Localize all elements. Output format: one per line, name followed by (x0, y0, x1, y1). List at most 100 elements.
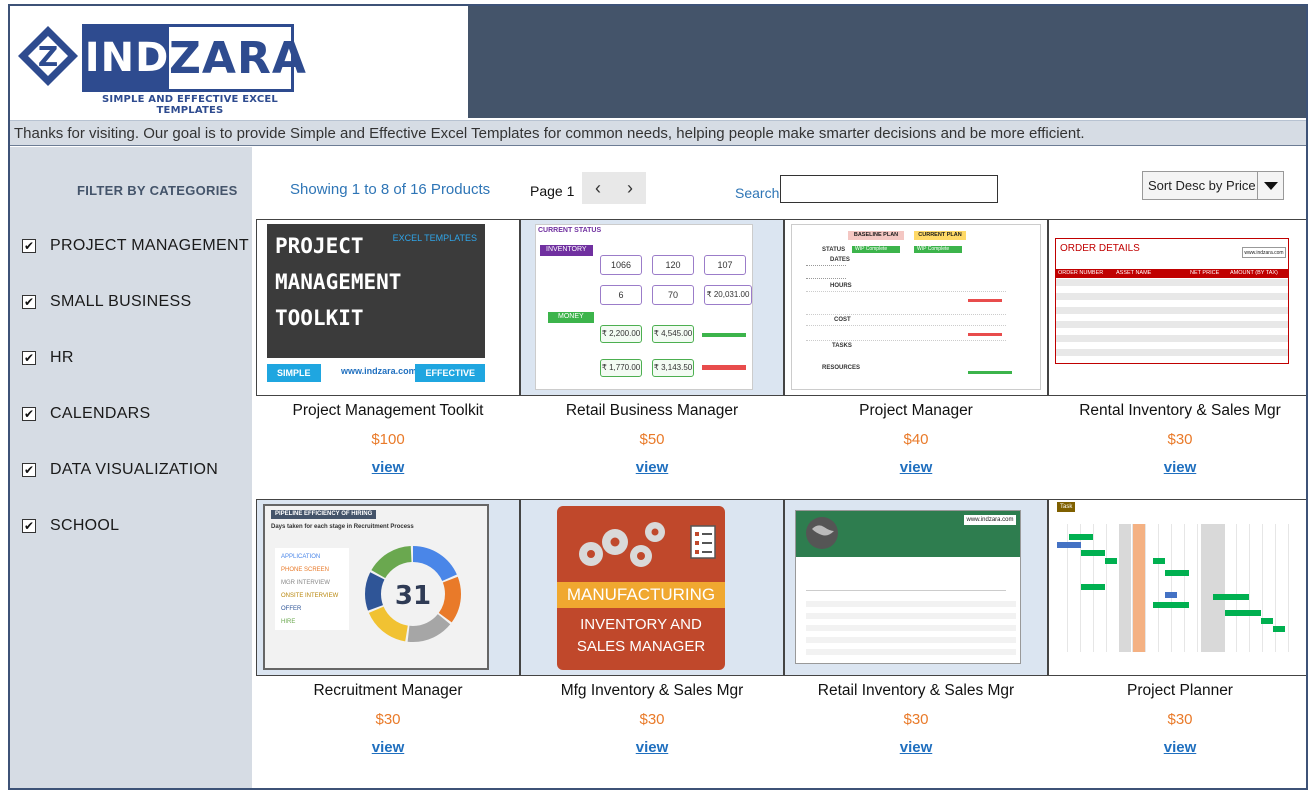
thumb-text: PIPELINE EFFICIENCY OF HIRING (271, 510, 377, 519)
donut-chart: 31 (365, 546, 461, 642)
gantt-bar (1261, 618, 1273, 624)
checkbox-calendars[interactable]: ✔ (22, 407, 36, 421)
thumb-rows (806, 265, 846, 279)
view-link[interactable]: view (256, 739, 520, 756)
thumb-text: DATES (830, 257, 850, 263)
product-card: Task Project Planner $30 view (1048, 499, 1306, 769)
thumb-text: ASSET NAME (1116, 270, 1152, 276)
view-link[interactable]: view (520, 739, 784, 756)
gantt-bar (1081, 584, 1105, 590)
product-price: $30 (1167, 711, 1193, 728)
search-input[interactable] (780, 175, 998, 203)
thumb-text: BASELINE PLAN (848, 231, 904, 240)
product-name: Retail Inventory & Sales Mgr (817, 682, 1015, 699)
thumb-text: ₹ 1,770.00 (600, 359, 642, 377)
thumb-text: ORDER NUMBER (1058, 270, 1104, 276)
thumb-text: www.indzara.com (341, 366, 417, 376)
category-label: HR (50, 349, 74, 366)
logo-ind: IND (85, 27, 169, 89)
category-school[interactable]: ✔ SCHOOL (22, 515, 119, 537)
gantt-bar (1165, 592, 1177, 598)
thumb-text: OFFER (281, 606, 302, 612)
thumb-text: AMOUNT (BY TAX) (1230, 270, 1278, 276)
product-thumbnail[interactable]: ORDER DETAILS www.indzara.com ORDER NUMB… (1048, 219, 1306, 396)
product-price: $100 (371, 431, 405, 448)
thumb-header-row: ORDER NUMBER ASSET NAME NET PRICE AMOUNT… (1056, 269, 1288, 278)
product-card: www.indzara.com Retail Inventory & Sales… (784, 499, 1048, 769)
product-price: $50 (639, 431, 665, 448)
sort-selected: Sort Desc by Price (1148, 178, 1256, 193)
category-project-management[interactable]: ✔ PROJECT MANAGEMENT (22, 235, 249, 257)
thumb-recruitment: PIPELINE EFFICIENCY OF HIRING Days taken… (263, 504, 489, 670)
header: Z IND ZARA SIMPLE AND EFFECTIVE EXCEL TE… (10, 6, 1306, 118)
thumb-text: MGR INTERVIEW (281, 580, 330, 586)
app-frame: Z IND ZARA SIMPLE AND EFFECTIVE EXCEL TE… (8, 4, 1308, 790)
sort-dropdown[interactable]: Sort Desc by Price (1142, 171, 1284, 200)
product-name: Project Planner (1127, 682, 1233, 699)
view-link[interactable]: view (256, 459, 520, 476)
product-thumbnail[interactable]: BASELINE PLAN CURRENT PLAN STATUS WIP Co… (784, 219, 1048, 396)
product-name: Rental Inventory & Sales Mgr (1079, 402, 1281, 419)
checkbox-school[interactable]: ✔ (22, 519, 36, 533)
category-data-visualization[interactable]: ✔ DATA VISUALIZATION (22, 459, 218, 481)
donut-center-value: 31 (395, 581, 431, 611)
product-name: Project Management Toolkit (292, 402, 484, 419)
gantt-bar (1165, 570, 1189, 576)
logo[interactable]: Z IND ZARA SIMPLE AND EFFECTIVE EXCEL TE… (10, 6, 468, 118)
gantt-bar (1273, 626, 1285, 632)
thumb-rows (806, 291, 1006, 315)
product-thumbnail[interactable]: Task (1048, 499, 1306, 676)
thumb-rental: ORDER DETAILS www.indzara.com ORDER NUMB… (1055, 238, 1289, 364)
logo-mark-icon: Z (18, 26, 78, 86)
product-thumbnail[interactable]: CURRENT STATUS INVENTORY 1066 120 107 6 … (520, 219, 784, 396)
chevron-down-icon[interactable] (1257, 172, 1283, 199)
thumb-today-column (1133, 524, 1145, 652)
thumb-text: Days taken for each stage in Recruitment… (271, 524, 414, 530)
thumb-rows (806, 601, 1016, 661)
product-thumbnail[interactable]: PIPELINE EFFICIENCY OF HIRING Days taken… (256, 499, 520, 676)
thumb-weekend-column (1201, 524, 1225, 652)
thumb-footer: SIMPLE www.indzara.com EFFECTIVE (267, 358, 485, 388)
thumb-text: TOOLKIT (275, 306, 364, 330)
checkbox-small-business[interactable]: ✔ (22, 295, 36, 309)
checkbox-data-visualization[interactable]: ✔ (22, 463, 36, 477)
thumb-text: SIMPLE (267, 364, 321, 382)
product-thumbnail[interactable]: www.indzara.com (784, 499, 1048, 676)
view-link[interactable]: view (784, 459, 1048, 476)
prev-page-button[interactable]: ‹ (582, 172, 614, 204)
checkbox-project-management[interactable]: ✔ (22, 239, 36, 253)
category-label: SMALL BUSINESS (50, 293, 192, 310)
thumb-text: SALES MANAGER (576, 638, 706, 655)
product-thumbnail[interactable]: MANUFACTURING INVENTORY AND SALES MANAGE… (520, 499, 784, 676)
thumb-project-manager: BASELINE PLAN CURRENT PLAN STATUS WIP Co… (791, 224, 1041, 390)
thumb-text: WIP Complete (852, 246, 900, 253)
view-link[interactable]: view (1048, 739, 1306, 756)
gantt-bar (1081, 550, 1105, 556)
category-hr[interactable]: ✔ HR (22, 347, 74, 369)
thumb-text: 6 (600, 285, 642, 305)
thumb-text: STATUS (822, 247, 846, 253)
view-link[interactable]: view (1048, 459, 1306, 476)
category-small-business[interactable]: ✔ SMALL BUSINESS (22, 291, 191, 313)
thumb-text: NET PRICE (1190, 270, 1220, 276)
product-price: $30 (1167, 431, 1193, 448)
thumb-text: ₹ 3,143.50 (652, 359, 694, 377)
logo-mark-letter: Z (38, 40, 58, 73)
thumb-text: 107 (704, 255, 746, 275)
thumb-text: HIRE (281, 619, 296, 625)
thumb-weekend-column (1119, 524, 1131, 652)
product-card: PIPELINE EFFICIENCY OF HIRING Days taken… (256, 499, 520, 769)
thumb-text: MONEY (548, 312, 594, 323)
thumb-text: RESOURCES (822, 365, 861, 371)
checkbox-hr[interactable]: ✔ (22, 351, 36, 365)
gantt-bar (1153, 558, 1165, 564)
view-link[interactable]: view (784, 739, 1048, 756)
product-thumbnail[interactable]: PROJECT MANAGEMENT TOOLKIT EXCEL TEMPLAT… (256, 219, 520, 396)
thumb-text: PROJECT (275, 234, 364, 258)
view-link[interactable]: view (520, 459, 784, 476)
thumb-bar (968, 299, 1002, 302)
thumb-text: 1066 (600, 255, 642, 275)
category-calendars[interactable]: ✔ CALENDARS (22, 403, 151, 425)
sidebar: FILTER BY CATEGORIES ✔ PROJECT MANAGEMEN… (10, 147, 252, 788)
next-page-button[interactable]: › (614, 172, 646, 204)
